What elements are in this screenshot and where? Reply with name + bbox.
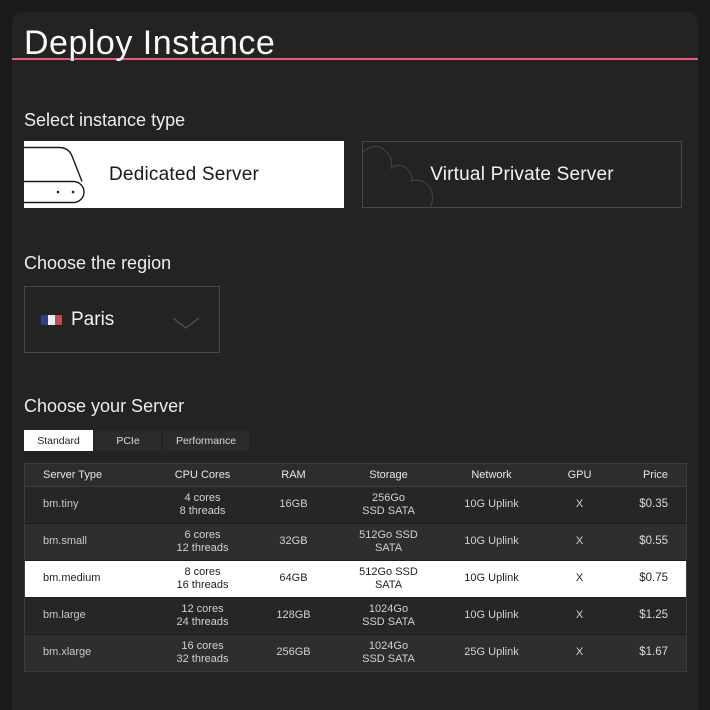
cell-price: $0.75 (639, 572, 668, 585)
cell-ram: 256GB (276, 646, 311, 659)
server-icon (24, 146, 85, 204)
france-flag-icon (41, 314, 62, 325)
page-title: Deploy Instance (24, 24, 276, 62)
cell-gpu: X (575, 535, 584, 548)
cell-network: 10G Uplink (464, 535, 519, 548)
cell-network: 10G Uplink (464, 498, 519, 511)
table-row-bm.xlarge[interactable]: bm.xlarge 16 cores 32 threads 256GB 1024Go SS… (24, 634, 687, 672)
cell-gpu: X (575, 498, 584, 511)
column-header-network: Network (444, 463, 539, 487)
cell-cpu-cores: 4 cores 8 threads (179, 491, 226, 518)
cell-storage: 1024Go SSD SATA (362, 639, 415, 666)
cell-storage: 512Go SSD SATA (359, 565, 418, 592)
tab-pcie[interactable]: PCIe (95, 430, 161, 451)
chevron-down-icon (172, 316, 200, 329)
cell-network: 10G Uplink (464, 609, 519, 622)
column-header-ram: RAM (254, 463, 333, 487)
instance-type-heading: Select instance type (24, 110, 186, 130)
cell-ram: 32GB (279, 535, 308, 548)
column-header-storage: Storage (332, 463, 445, 487)
cell-server-type: bm.small (43, 535, 88, 548)
server-heading: Choose your Server (24, 396, 185, 416)
cell-gpu: X (575, 646, 584, 659)
cell-server-type: bm.tiny (43, 498, 79, 511)
region-select[interactable]: Paris (24, 286, 220, 353)
server-table: Server Type CPU Cores RAM Storage Networ… (24, 463, 687, 672)
column-header-price: Price (620, 463, 687, 487)
cell-storage: 256Go SSD SATA (362, 491, 415, 518)
cell-server-type: bm.medium (43, 572, 101, 585)
region-heading: Choose the region (24, 253, 172, 273)
cell-ram: 128GB (276, 609, 311, 622)
main-content: Select instance type Dedicated Server Vi… (12, 110, 698, 672)
deploy-panel: Deploy Instance Select instance type Ded… (12, 12, 698, 710)
server-table-body: bm.tiny 4 cores 8 threads 16GB 256Go SSD SATA… (24, 486, 687, 672)
cell-storage: 1024Go SSD SATA (362, 602, 415, 629)
table-row-bm.medium[interactable]: bm.medium 8 cores 16 threads 64GB 512Go SSD S… (24, 560, 687, 598)
cell-cpu-cores: 8 cores 16 threads (176, 565, 229, 592)
cell-price: $1.25 (639, 609, 668, 622)
cell-server-type: bm.large (43, 609, 86, 622)
instance-type-option-dedicated-server[interactable]: Dedicated Server (24, 141, 344, 208)
tab-performance[interactable]: Performance (163, 430, 249, 451)
instance-type-cards: Dedicated Server Virtual Private Server (24, 141, 686, 208)
cell-network: 10G Uplink (464, 572, 519, 585)
table-row-bm.small[interactable]: bm.small 6 cores 12 threads 32GB 512Go SSD SA… (24, 523, 687, 561)
table-row-bm.large[interactable]: bm.large 12 cores 24 threads 128GB 1024Go SSD… (24, 597, 687, 635)
instance-type-option-virtual-private-server[interactable]: Virtual Private Server (362, 141, 682, 208)
cell-ram: 16GB (279, 498, 308, 511)
instance-type-label: Virtual Private Server (430, 163, 614, 185)
cloud-icon (363, 145, 434, 207)
cell-cpu-cores: 16 cores 32 threads (176, 639, 229, 666)
cell-price: $1.67 (639, 646, 668, 659)
table-row-bm.tiny[interactable]: bm.tiny 4 cores 8 threads 16GB 256Go SSD SATA… (24, 486, 687, 524)
cell-server-type: bm.xlarge (43, 646, 92, 659)
cell-cpu-cores: 6 cores 12 threads (176, 528, 229, 555)
cell-ram: 64GB (279, 572, 308, 585)
cell-network: 25G Uplink (464, 646, 519, 659)
cell-price: $0.35 (639, 498, 668, 511)
cell-storage: 512Go SSD SATA (359, 528, 418, 555)
cell-gpu: X (575, 572, 584, 585)
instance-type-label: Dedicated Server (109, 163, 259, 185)
server-tabs: Standard PCIe Performance (24, 430, 686, 451)
column-header-cpu-cores: CPU Cores (150, 463, 255, 487)
column-header-gpu: GPU (538, 463, 621, 487)
region-selected-label: Paris (71, 308, 115, 330)
cell-price: $0.55 (639, 535, 668, 548)
tab-standard[interactable]: Standard (24, 430, 93, 451)
table-header-row: Server Type CPU Cores RAM Storage Networ… (24, 463, 687, 487)
column-header-server-type: Server Type (24, 463, 151, 487)
cell-cpu-cores: 12 cores 24 threads (176, 602, 229, 629)
cell-gpu: X (575, 609, 584, 622)
